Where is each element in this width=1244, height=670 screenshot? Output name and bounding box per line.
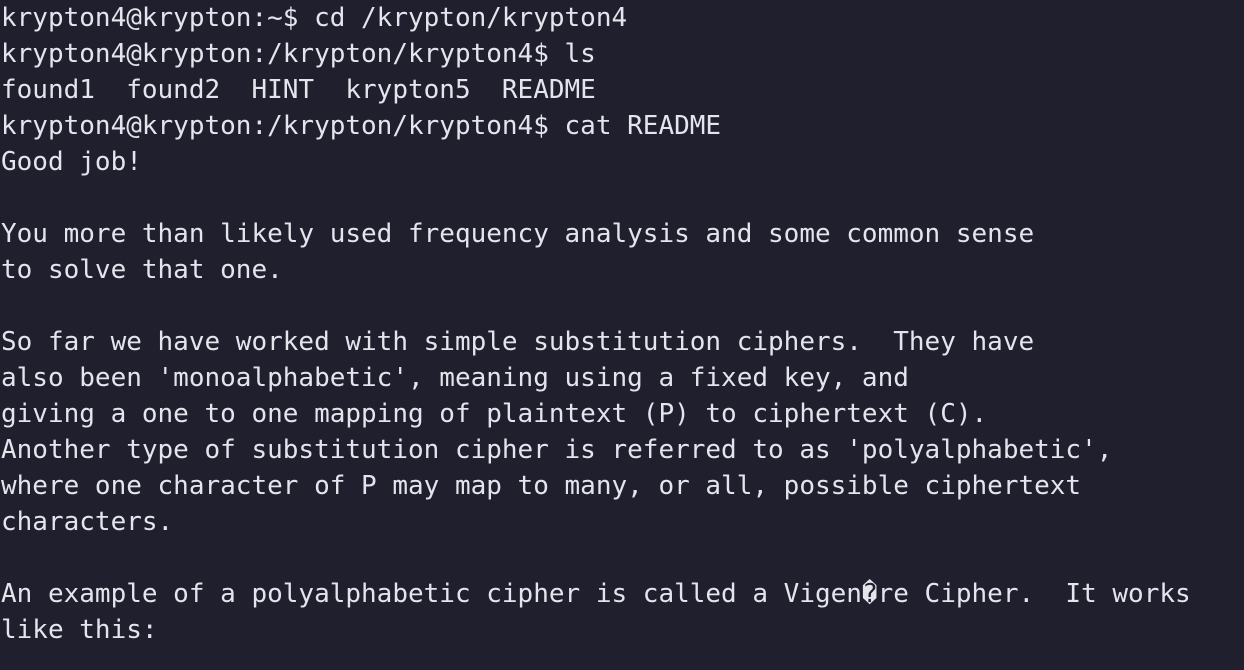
- terminal-line: where one character of P may map to many…: [1, 471, 1082, 501]
- terminal-line: An example of a polyalphabetic cipher is…: [1, 579, 1191, 609]
- terminal-line: found1 found2 HINT krypton5 README: [1, 75, 596, 105]
- terminal-line: krypton4@krypton:/krypton/krypton4$ ls: [1, 39, 596, 69]
- terminal-line: You more than likely used frequency anal…: [1, 219, 1035, 249]
- terminal-line: krypton4@krypton:/krypton/krypton4$ cat …: [1, 111, 722, 141]
- terminal-line: to solve that one.: [1, 255, 283, 285]
- terminal-line: like this:: [1, 615, 158, 645]
- terminal-line: giving a one to one mapping of plaintext…: [1, 399, 988, 429]
- terminal-line: So far we have worked with simple substi…: [1, 327, 1035, 357]
- terminal-line: also been 'monoalphabetic', meaning usin…: [1, 363, 909, 393]
- terminal-line: characters.: [1, 507, 174, 537]
- terminal-window[interactable]: krypton4@krypton:~$ cd /krypton/krypton4…: [0, 0, 1244, 670]
- terminal-line: Good job!: [1, 147, 142, 177]
- terminal-line: krypton4@krypton:~$ cd /krypton/krypton4: [1, 3, 628, 33]
- terminal-line: Another type of substitution cipher is r…: [1, 435, 1113, 465]
